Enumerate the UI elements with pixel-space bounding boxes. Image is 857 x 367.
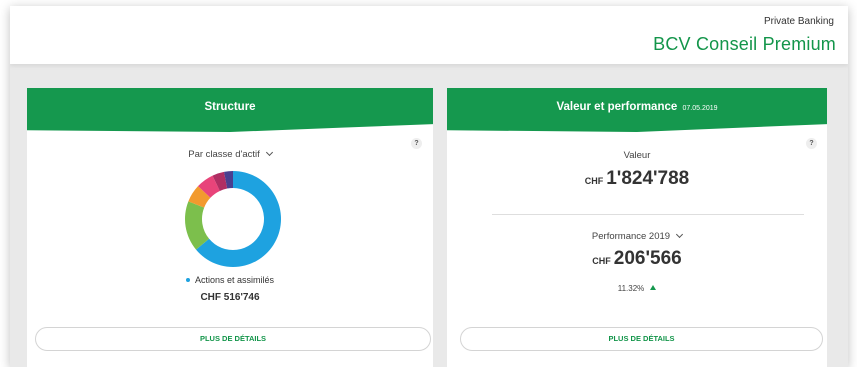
chevron-down-icon — [265, 148, 273, 157]
brand-subtitle: Private Banking — [763, 16, 834, 27]
brand-title[interactable]: BCV Conseil Premium — [653, 34, 836, 55]
app-window: Private Banking BCV Conseil Premium Stru… — [10, 6, 848, 367]
valeur-label: Valeur — [623, 150, 651, 161]
valeur-amount: CHF 1'824'788 — [447, 168, 827, 190]
performance-amount: CHF 206'566 — [447, 248, 827, 270]
asset-class-dropdown-label: Par classe d'actif — [188, 149, 260, 160]
help-icon[interactable]: ? — [411, 138, 422, 149]
performance-title: Valeur et performance — [556, 101, 678, 113]
help-icon[interactable]: ? — [806, 138, 817, 149]
performance-card-header: Valeur et performance 07.05.2019 — [447, 88, 827, 132]
performance-period-label: Performance 2019 — [591, 231, 671, 242]
performance-percent: 11.32% — [447, 284, 827, 293]
legend-dot-icon — [185, 278, 190, 282]
chart-legend: Actions et assimilés — [27, 275, 433, 285]
valeur-value: 1'824'788 — [606, 168, 690, 189]
legend-label: Actions et assimilés — [194, 275, 275, 285]
performance-details-button[interactable]: PLUS DE DÉTAILS — [460, 327, 823, 351]
structure-details-button[interactable]: PLUS DE DÉTAILS — [35, 327, 431, 351]
chevron-down-icon — [676, 230, 684, 239]
divider — [492, 214, 804, 215]
structure-title: Structure — [204, 101, 256, 113]
trend-up-icon — [650, 285, 657, 290]
performance-date: 07.05.2019 — [682, 105, 718, 112]
allocation-donut-chart[interactable] — [183, 169, 283, 269]
asset-class-dropdown[interactable]: Par classe d'actif — [27, 148, 433, 160]
performance-card: Valeur et performance 07.05.2019 ? Valeu… — [447, 88, 827, 367]
performance-value: 206'566 — [613, 248, 682, 269]
performance-period-dropdown[interactable]: Performance 2019 — [447, 230, 827, 242]
legend-value: CHF 516'746 — [200, 292, 260, 303]
structure-card: Structure ? Par classe d'actif Actions e… — [27, 88, 433, 367]
structure-card-header: Structure — [27, 88, 433, 132]
valeur-currency: CHF — [584, 176, 604, 186]
performance-currency: CHF — [592, 256, 611, 266]
performance-percent-value: 11.32% — [617, 284, 645, 293]
header-bar: Private Banking BCV Conseil Premium — [10, 6, 848, 64]
